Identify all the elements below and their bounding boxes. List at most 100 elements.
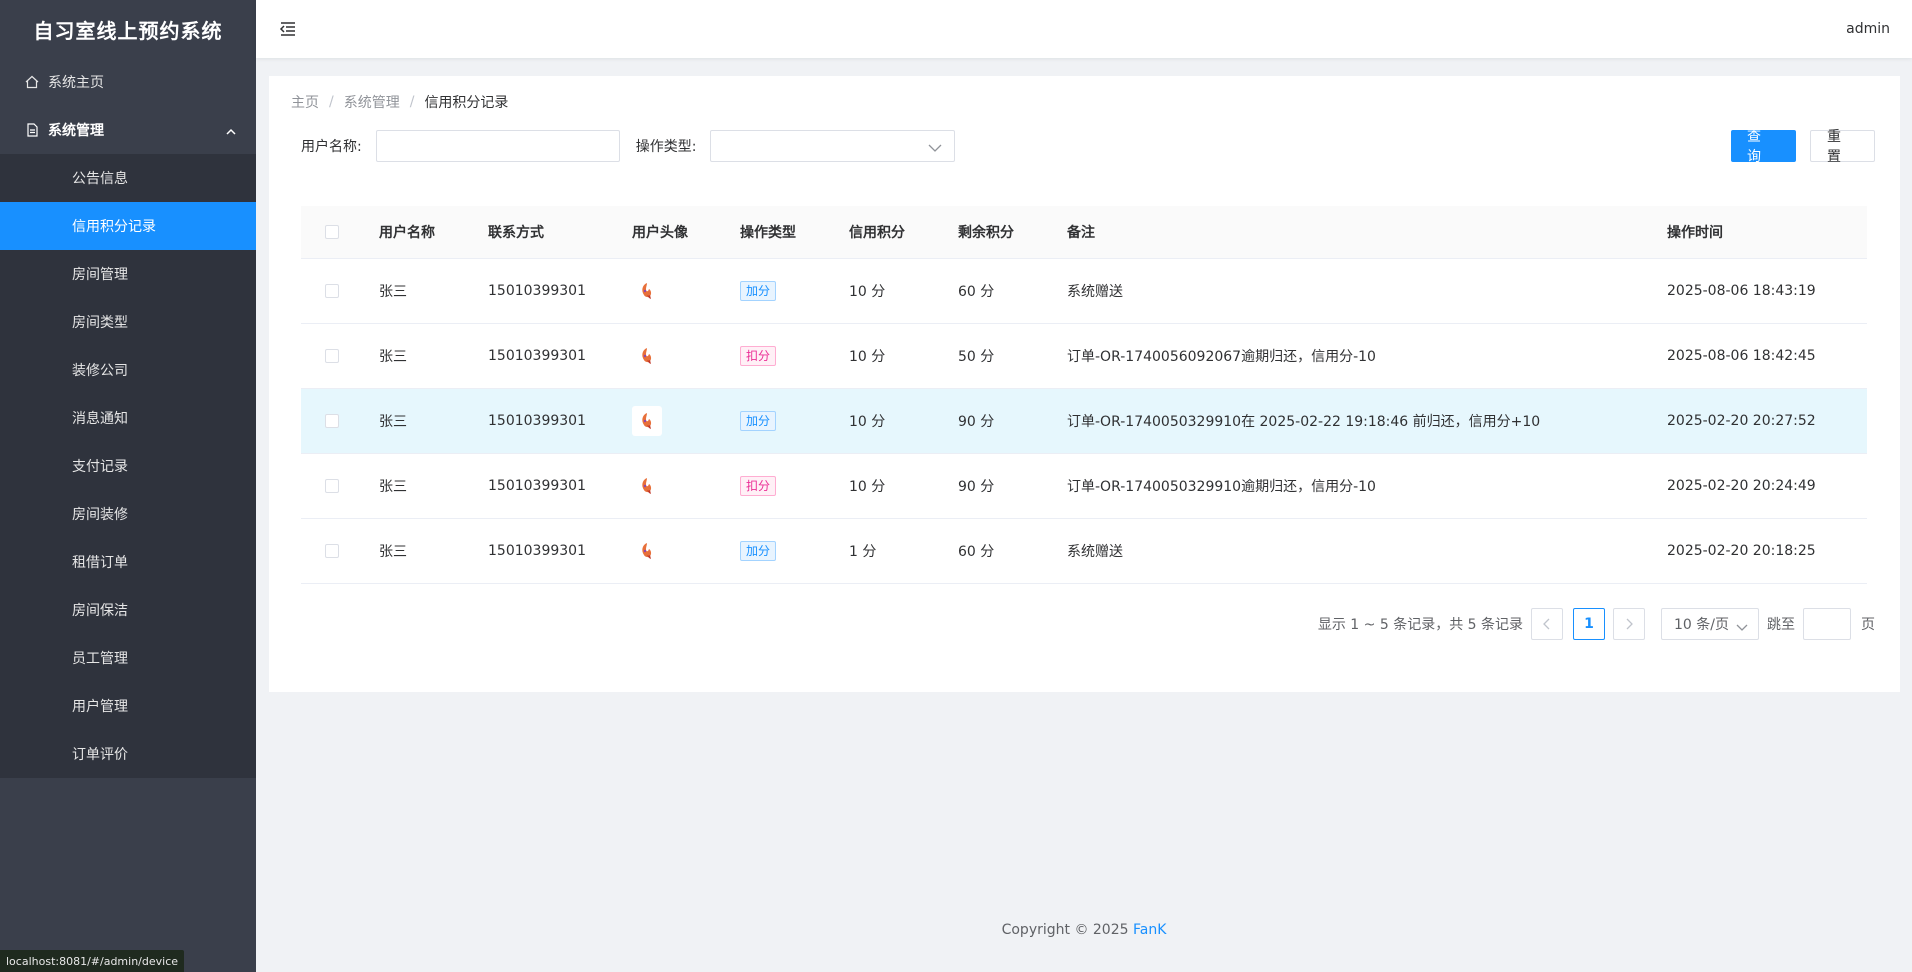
top-header: admin (256, 0, 1912, 58)
cell-time: 2025-08-06 18:42:45 (1667, 348, 1816, 364)
chevron-up-icon (226, 124, 236, 140)
operation-type-tag: 扣分 (740, 476, 777, 496)
prev-page-button[interactable] (1531, 608, 1563, 640)
sidebar-item[interactable]: 装修公司 (0, 346, 256, 394)
cell-name: 张三 (379, 284, 407, 300)
cell-avatar (632, 471, 740, 501)
type-label: 操作类型: (635, 139, 697, 155)
user-avatar[interactable] (632, 536, 662, 566)
pagination-summary: 显示 1 ~ 5 条记录，共 5 条记录 (1317, 617, 1523, 633)
header-score: 信用积分 (849, 225, 905, 241)
query-button[interactable]: 查 询 (1731, 129, 1796, 165)
row-checkbox[interactable] (325, 479, 339, 493)
page-size-select[interactable]: 10 条/页 (1661, 608, 1759, 640)
table-row[interactable]: 张三 15010399301 扣分 10 分 90 分 订单-OR-17400503299… (301, 454, 1867, 519)
table-row[interactable]: 张三 15010399301 加分 1 分 60 分 系统赠送 2025-02-20 20:… (301, 519, 1867, 584)
cell-phone: 15010399301 (488, 348, 586, 364)
cell-type: 加分 (740, 281, 849, 301)
cell-name: 张三 (379, 544, 407, 560)
cell-type: 扣分 (740, 346, 849, 366)
content-card: 主页 / 系统管理 / 信用积分记录 用户名称: 操作类型: 查 询 重 置 用… (269, 76, 1900, 692)
operation-type-tag: 扣分 (740, 346, 777, 366)
user-avatar[interactable] (632, 406, 662, 436)
cell-type: 扣分 (740, 476, 849, 496)
chevron-right-icon (1626, 618, 1633, 630)
cell-name: 张三 (379, 349, 407, 365)
breadcrumb-section[interactable]: 系统管理 (344, 92, 400, 112)
header-remark: 备注 (1067, 225, 1095, 241)
cell-time: 2025-02-20 20:18:25 (1667, 543, 1816, 559)
cell-score: 10 分 (849, 284, 886, 300)
username-input[interactable] (375, 130, 620, 162)
chevron-left-icon (1543, 618, 1550, 630)
cell-remark: 系统赠送 (1067, 544, 1123, 560)
pagination: 显示 1 ~ 5 条记录，共 5 条记录 1 10 条/页 跳至 页 (1318, 608, 1875, 640)
cell-score: 1 分 (849, 544, 877, 560)
table-row[interactable]: 张三 15010399301 扣分 10 分 50 分 订单-OR-17400560920… (301, 324, 1867, 389)
sidebar-item-label: 房间装修 (72, 507, 128, 523)
page-unit-label: 页 (1861, 617, 1875, 633)
sidebar-item[interactable]: 支付记录 (0, 442, 256, 490)
cell-time: 2025-08-06 18:43:19 (1667, 283, 1816, 299)
row-checkbox[interactable] (325, 414, 339, 428)
operation-type-tag: 加分 (740, 281, 777, 301)
cell-avatar (632, 276, 740, 306)
cell-remark: 订单-OR-1740056092067逾期归还，信用分-10 (1067, 349, 1376, 365)
sidebar-item[interactable]: 订单评价 (0, 730, 256, 778)
sidebar-item[interactable]: 用户管理 (0, 682, 256, 730)
sidebar-group-system[interactable]: 系统管理 (0, 106, 256, 154)
select-all-checkbox[interactable] (325, 225, 339, 239)
sidebar-item[interactable]: 房间类型 (0, 298, 256, 346)
cell-remark: 订单-OR-1740050329910在 2025-02-22 19:18:46… (1067, 414, 1541, 430)
table-row[interactable]: 张三 15010399301 加分 10 分 60 分 系统赠送 2025-08-06 18… (301, 259, 1867, 324)
sidebar-item[interactable]: 公告信息 (0, 154, 256, 202)
cell-remaining: 50 分 (958, 349, 995, 365)
row-checkbox[interactable] (325, 284, 339, 298)
table-header: 用户名称 联系方式 用户头像 操作类型 信用积分 剩余积分 备注 操作时间 (301, 206, 1867, 259)
user-avatar[interactable] (632, 341, 662, 371)
menu-fold-icon[interactable] (278, 19, 298, 39)
row-select-cell (301, 284, 379, 298)
cell-remaining: 90 分 (958, 414, 995, 430)
sidebar-item-label: 装修公司 (72, 363, 128, 379)
sidebar-item[interactable]: 信用积分记录 (0, 202, 256, 250)
cell-name: 张三 (379, 479, 407, 495)
breadcrumb-separator: / (329, 94, 334, 110)
sidebar-submenu: 公告信息 信用积分记录 房间管理 房间类型装修公司消息通知 支付记录房间装修租借订单房间… (0, 154, 256, 778)
sidebar-item-home[interactable]: 系统主页 (0, 58, 256, 106)
footer-author[interactable]: FanK (1133, 922, 1166, 938)
type-select[interactable] (710, 130, 956, 162)
user-menu[interactable]: admin (1846, 21, 1890, 37)
row-checkbox[interactable] (325, 544, 339, 558)
filter-bar: 用户名称: 操作类型: 查 询 重 置 (301, 129, 1875, 165)
breadcrumb-home[interactable]: 主页 (291, 92, 319, 112)
reset-button[interactable]: 重 置 (1810, 129, 1875, 165)
chevron-down-icon (1736, 620, 1748, 636)
sidebar-item-label: 房间保洁 (72, 603, 128, 619)
table-row[interactable]: 张三 15010399301 加分 10 分 90 分 订单-OR-17400503299… (301, 389, 1867, 454)
page-number-button[interactable]: 1 (1573, 608, 1605, 640)
jump-input[interactable] (1803, 608, 1851, 640)
sidebar-item[interactable]: 房间管理 (0, 250, 256, 298)
user-avatar[interactable] (632, 276, 662, 306)
table-body: 张三 15010399301 加分 10 分 60 分系统赠送 2025-08-06 18… (301, 259, 1867, 584)
header-phone: 联系方式 (488, 225, 544, 241)
footer: Copyright © 2025 FanK (256, 922, 1912, 938)
header-avatar: 用户头像 (632, 225, 688, 241)
cell-score: 10 分 (849, 349, 886, 365)
sidebar-item[interactable]: 租借订单 (0, 538, 256, 586)
sidebar-item[interactable]: 房间保洁 (0, 586, 256, 634)
username-label: 用户名称: (301, 139, 362, 155)
next-page-button[interactable] (1613, 608, 1645, 640)
sidebar-item[interactable]: 房间装修 (0, 490, 256, 538)
row-select-cell (301, 544, 379, 558)
page-size-value: 10 条/页 (1674, 617, 1729, 633)
sidebar-item[interactable]: 消息通知 (0, 394, 256, 442)
row-checkbox[interactable] (325, 349, 339, 363)
sidebar-item-label: 系统主页 (48, 75, 104, 91)
footer-copyright: Copyright © 2025 (1001, 922, 1129, 938)
user-avatar[interactable] (632, 471, 662, 501)
operation-type-tag: 加分 (740, 411, 777, 431)
sidebar-item[interactable]: 员工管理 (0, 634, 256, 682)
cell-type: 加分 (740, 411, 849, 431)
